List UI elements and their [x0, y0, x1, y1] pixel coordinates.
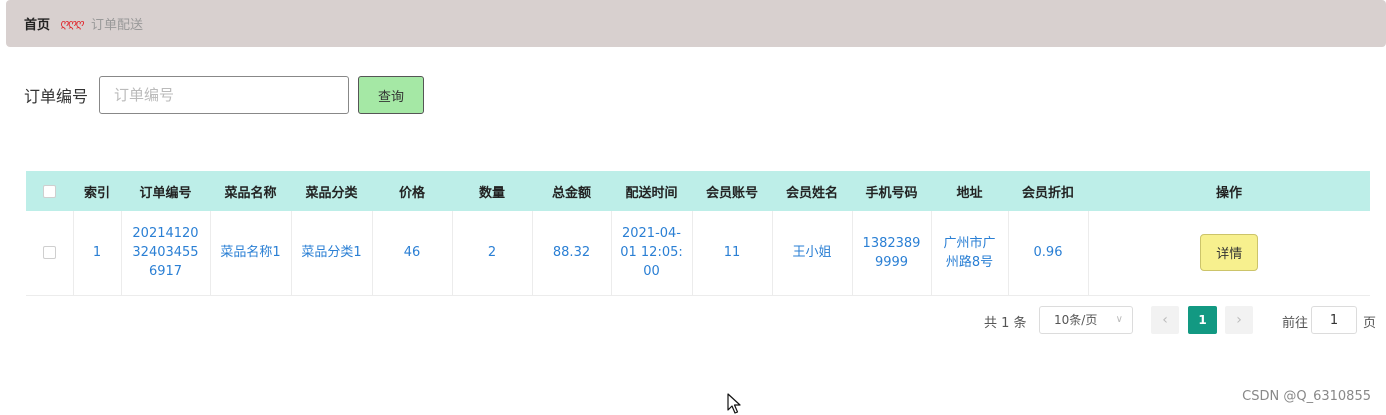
cell-member-account: 11	[692, 211, 773, 296]
cell-quantity: 2	[452, 211, 533, 296]
breadcrumb-current: 订单配送	[90, 18, 143, 33]
pagination: 共 1 条 10条/页 ∨ ‹ 1 › 前往 页	[6, 306, 1386, 334]
column-header: 会员折扣	[1021, 185, 1074, 201]
column-header: 菜品名称	[224, 185, 277, 201]
cell-dish-category: 菜品分类1	[291, 211, 373, 296]
breadcrumb-home[interactable]: 首页	[24, 14, 50, 33]
column-header: 会员姓名	[785, 185, 838, 201]
cell-delivery-time: 2021-04- 01 12:05: 00	[611, 211, 693, 296]
select-all-header	[26, 171, 73, 211]
mouse-cursor-icon	[727, 393, 741, 414]
order-number-input[interactable]	[99, 76, 350, 114]
cell-phone: 1382389 9999	[852, 211, 932, 296]
column-header: 地址	[956, 185, 983, 201]
goto-label: 前往	[1282, 316, 1309, 331]
cell-index: 1	[73, 211, 122, 296]
column-header: 会员账号	[705, 185, 758, 201]
row-select-cell	[26, 211, 74, 296]
search-button[interactable]: 查询	[358, 76, 425, 114]
goto-unit: 页	[1363, 316, 1377, 331]
breadcrumb-separator: ღღღ	[60, 17, 84, 30]
detail-button[interactable]: 详情	[1200, 234, 1259, 272]
next-page-button[interactable]: ›	[1225, 306, 1253, 334]
column-header: 数量	[478, 185, 505, 201]
cell-order-number: 20214120 32403455 6917	[121, 211, 211, 296]
order-table: 索引 订单编号 菜品名称 菜品分类 价格 数量 总金额 配送时间 会员账号 会员…	[26, 171, 1370, 296]
cell-discount: 0.96	[1008, 211, 1089, 296]
column-header: 索引	[83, 185, 110, 201]
cell-total: 88.32	[532, 211, 612, 296]
main-content: 订单编号 查询 索引 订单编号 菜品名称 菜品分类	[6, 57, 1386, 352]
column-header: 总金额	[551, 185, 591, 201]
row-checkbox[interactable]	[42, 246, 56, 260]
column-header: 操作	[1215, 185, 1242, 201]
search-label: 订单编号	[24, 87, 89, 106]
goto-page-input[interactable]	[1311, 306, 1357, 334]
cell-dish-name: 菜品名称1	[210, 211, 292, 296]
order-table-wrapper: 索引 订单编号 菜品名称 菜品分类 价格 数量 总金额 配送时间 会员账号 会员…	[26, 171, 1370, 296]
table-row: 1 20214120 32403455 6917 菜品名称1 菜品分类1 46 …	[26, 211, 1370, 296]
prev-page-button[interactable]: ‹	[1151, 306, 1179, 334]
page-size-select[interactable]: 10条/页 ∨	[1039, 306, 1133, 334]
table-header-row: 索引 订单编号 菜品名称 菜品分类 价格 数量 总金额 配送时间 会员账号 会员…	[26, 171, 1370, 211]
select-all-checkbox[interactable]	[43, 184, 56, 198]
watermark: CSDN @Q_6310855	[1242, 389, 1371, 404]
column-header: 手机号码	[865, 185, 918, 201]
column-header: 价格	[398, 185, 425, 201]
chevron-down-icon: ∨	[1115, 314, 1123, 325]
page-size-value: 10条/页	[1054, 313, 1098, 327]
app-page: 首页 ღღღ 订单配送 订单编号 查询 索引 订单编号	[0, 0, 1386, 415]
breadcrumb: 首页 ღღღ 订单配送	[6, 0, 1386, 47]
pagination-total: 共 1 条	[984, 316, 1027, 331]
page-number-active[interactable]: 1	[1188, 306, 1217, 334]
column-header: 菜品分类	[305, 185, 358, 201]
column-header: 配送时间	[625, 185, 678, 201]
column-header: 订单编号	[139, 185, 192, 201]
search-form: 订单编号 查询	[24, 76, 425, 114]
cell-address: 广州市广 州路8号	[931, 211, 1009, 296]
cell-price: 46	[372, 211, 453, 296]
cell-member-name: 王小姐	[772, 211, 853, 296]
cell-action: 详情	[1088, 211, 1370, 296]
